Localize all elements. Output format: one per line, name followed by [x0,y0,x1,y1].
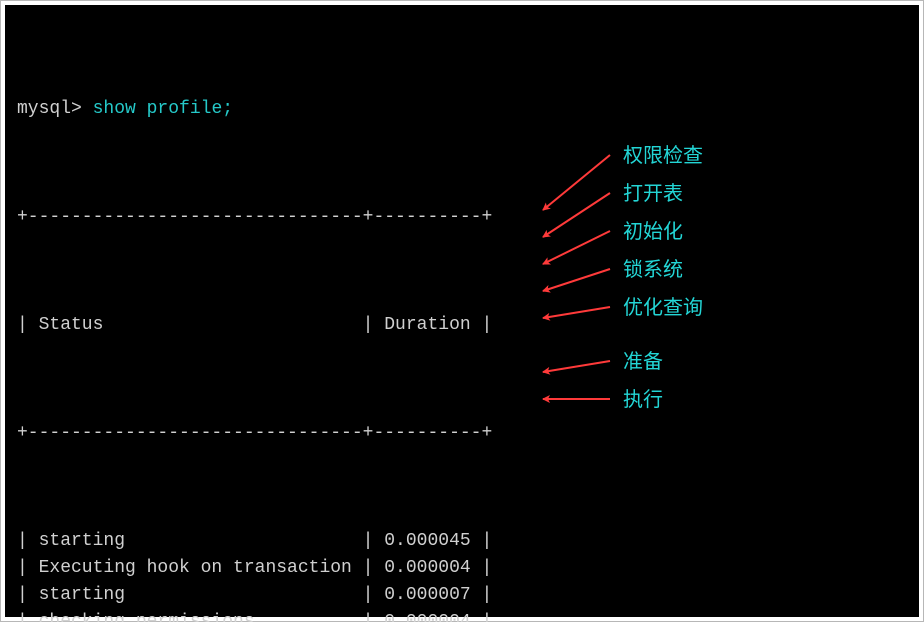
annotation-label: 锁系统 [623,257,683,284]
annotation-arrow [543,269,610,291]
table-header: | Status | Duration | [17,312,919,339]
annotation-arrow [543,231,610,264]
table-row: | checking permissions | 0.000004 | [17,609,919,622]
annotation-label: 权限检查 [623,143,703,170]
command-text: show profile; [93,99,233,119]
annotation-label: 执行 [623,387,663,414]
table-row: | starting | 0.000045 | [17,528,919,555]
prompt-line: mysql> show profile; [17,96,919,123]
annotation-label: 准备 [623,349,663,376]
annotation-arrow [543,155,610,210]
table-border-mid: +-------------------------------+-------… [17,420,919,447]
table-body: | starting | 0.000045 || Executing hook … [17,528,919,622]
table-border-top: +-------------------------------+-------… [17,204,919,231]
terminal-window: mysql> show profile; +------------------… [0,0,924,622]
mysql-prompt: mysql> [17,99,93,119]
table-row: | Executing hook on transaction | 0.0000… [17,555,919,582]
annotation-arrow [543,361,610,372]
terminal[interactable]: mysql> show profile; +------------------… [5,5,919,617]
table-row: | starting | 0.000007 | [17,582,919,609]
